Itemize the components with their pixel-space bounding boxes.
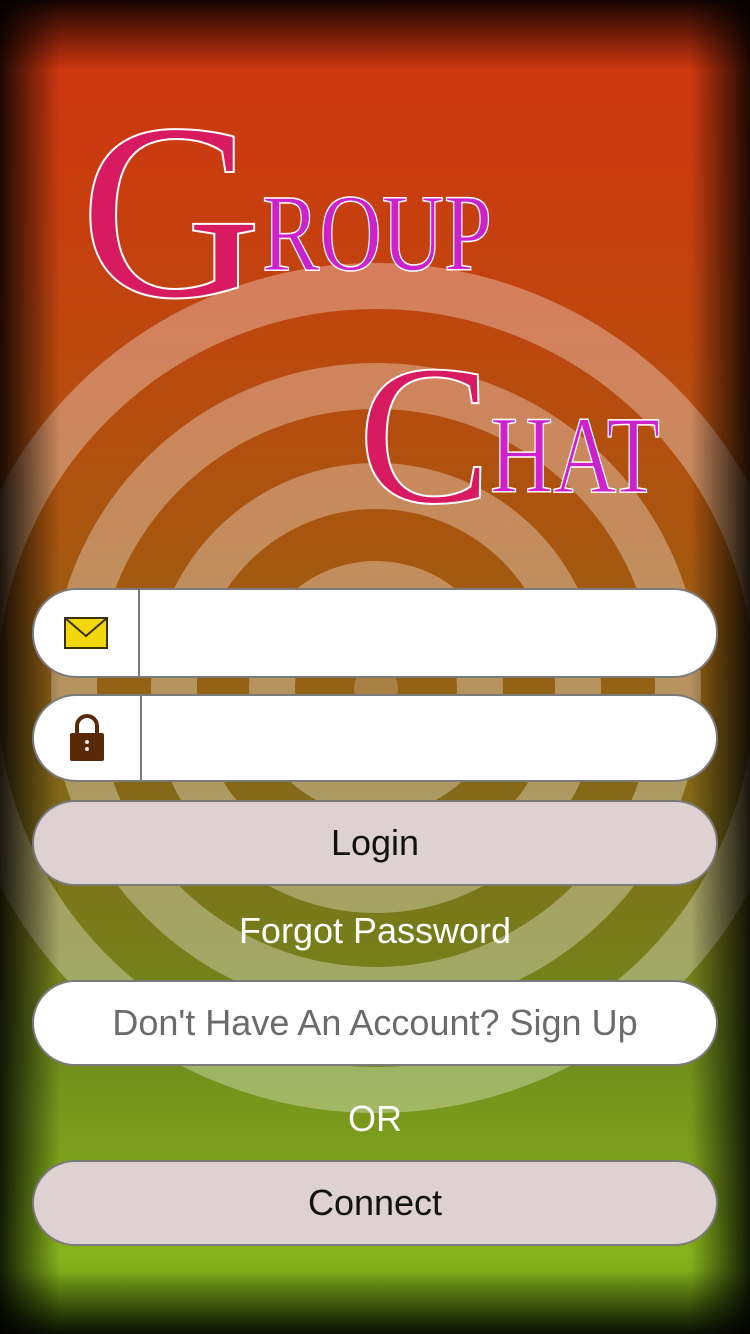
email-input[interactable] (142, 598, 706, 668)
connect-button-label: Connect (307, 1182, 443, 1223)
connect-button[interactable]: Connect (32, 1160, 718, 1246)
email-icon-cell (34, 590, 140, 676)
login-button-label: Login (330, 822, 420, 863)
password-field[interactable] (32, 694, 718, 782)
password-icon-cell (34, 696, 142, 780)
logo-rest-roup: ROUP (262, 172, 492, 294)
or-divider-text: OR (348, 1098, 402, 1139)
envelope-icon (64, 617, 108, 649)
lock-icon (70, 714, 104, 761)
logo-initial-g: G (80, 71, 262, 351)
signup-button[interactable]: Don't Have An Account? Sign Up (32, 980, 718, 1066)
logo-rest-hat: HAT (490, 394, 660, 516)
login-button[interactable]: Login (32, 800, 718, 886)
forgot-password-link[interactable]: Forgot Password (0, 910, 750, 952)
logo-initial-c: C (358, 325, 491, 520)
group-chat-logo: G ROUP C HAT (79, 70, 661, 520)
email-field[interactable] (32, 588, 718, 678)
password-input[interactable] (142, 704, 706, 774)
signup-button-label: Don't Have An Account? Sign Up (112, 1002, 638, 1043)
